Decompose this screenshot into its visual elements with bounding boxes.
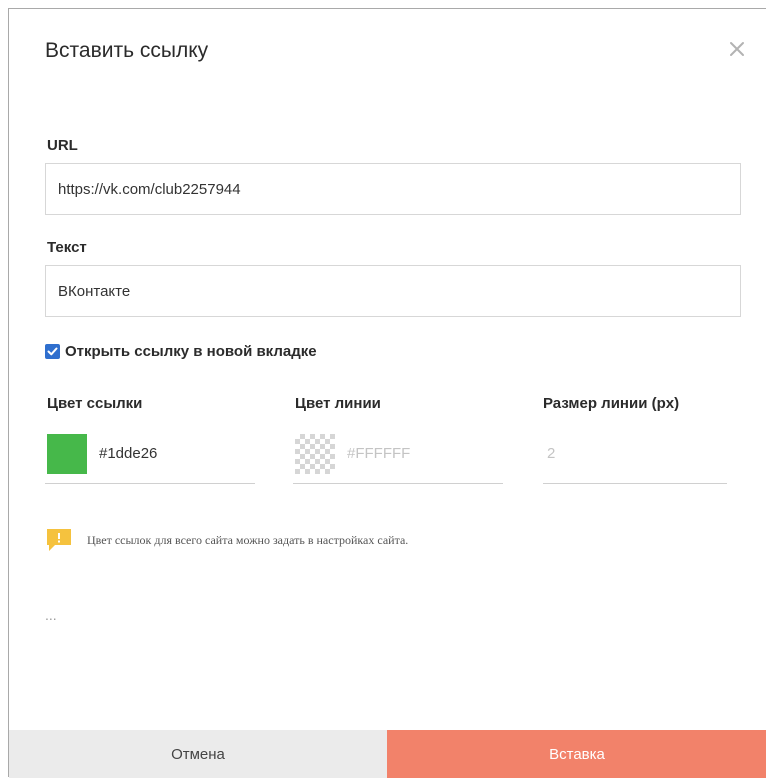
url-input[interactable] [45, 163, 741, 215]
site-color-note: Цвет ссылок для всего сайта можно задать… [45, 527, 408, 553]
line-color-field[interactable]: #FFFFFF [293, 424, 503, 484]
insert-button[interactable]: Вставка [387, 730, 766, 778]
cancel-button[interactable]: Отмена [9, 730, 387, 778]
line-size-field[interactable]: 2 [543, 424, 727, 484]
warning-icon [45, 527, 73, 553]
new-tab-option[interactable]: Открыть ссылку в новой вкладке [45, 343, 317, 360]
line-size-placeholder: 2 [547, 445, 556, 462]
note-text: Цвет ссылок для всего сайта можно задать… [87, 532, 409, 547]
line-color-label: Цвет линии [295, 395, 381, 412]
url-label: URL [47, 137, 78, 154]
text-label: Текст [47, 239, 87, 256]
line-color-swatch[interactable] [295, 433, 335, 474]
link-color-value: #1dde26 [99, 445, 158, 462]
dialog-title: Вставить ссылку [45, 39, 209, 62]
insert-link-dialog: Вставить ссылку URL Текст Открыть ссылку… [8, 8, 766, 778]
line-size-label: Размер линии (px) [543, 395, 680, 412]
checkmark-icon [47, 347, 58, 356]
link-color-label: Цвет ссылки [47, 395, 143, 412]
link-color-swatch[interactable] [47, 433, 87, 474]
link-color-field[interactable]: #1dde26 [45, 424, 255, 484]
dialog-footer: Отмена Вставка [9, 730, 766, 778]
new-tab-label: Открыть ссылку в новой вкладке [65, 343, 317, 360]
close-icon[interactable] [725, 37, 749, 61]
line-color-placeholder: #FFFFFF [347, 445, 411, 462]
ellipsis: ... [45, 607, 57, 623]
text-input[interactable] [45, 265, 741, 317]
new-tab-checkbox[interactable] [45, 344, 60, 359]
